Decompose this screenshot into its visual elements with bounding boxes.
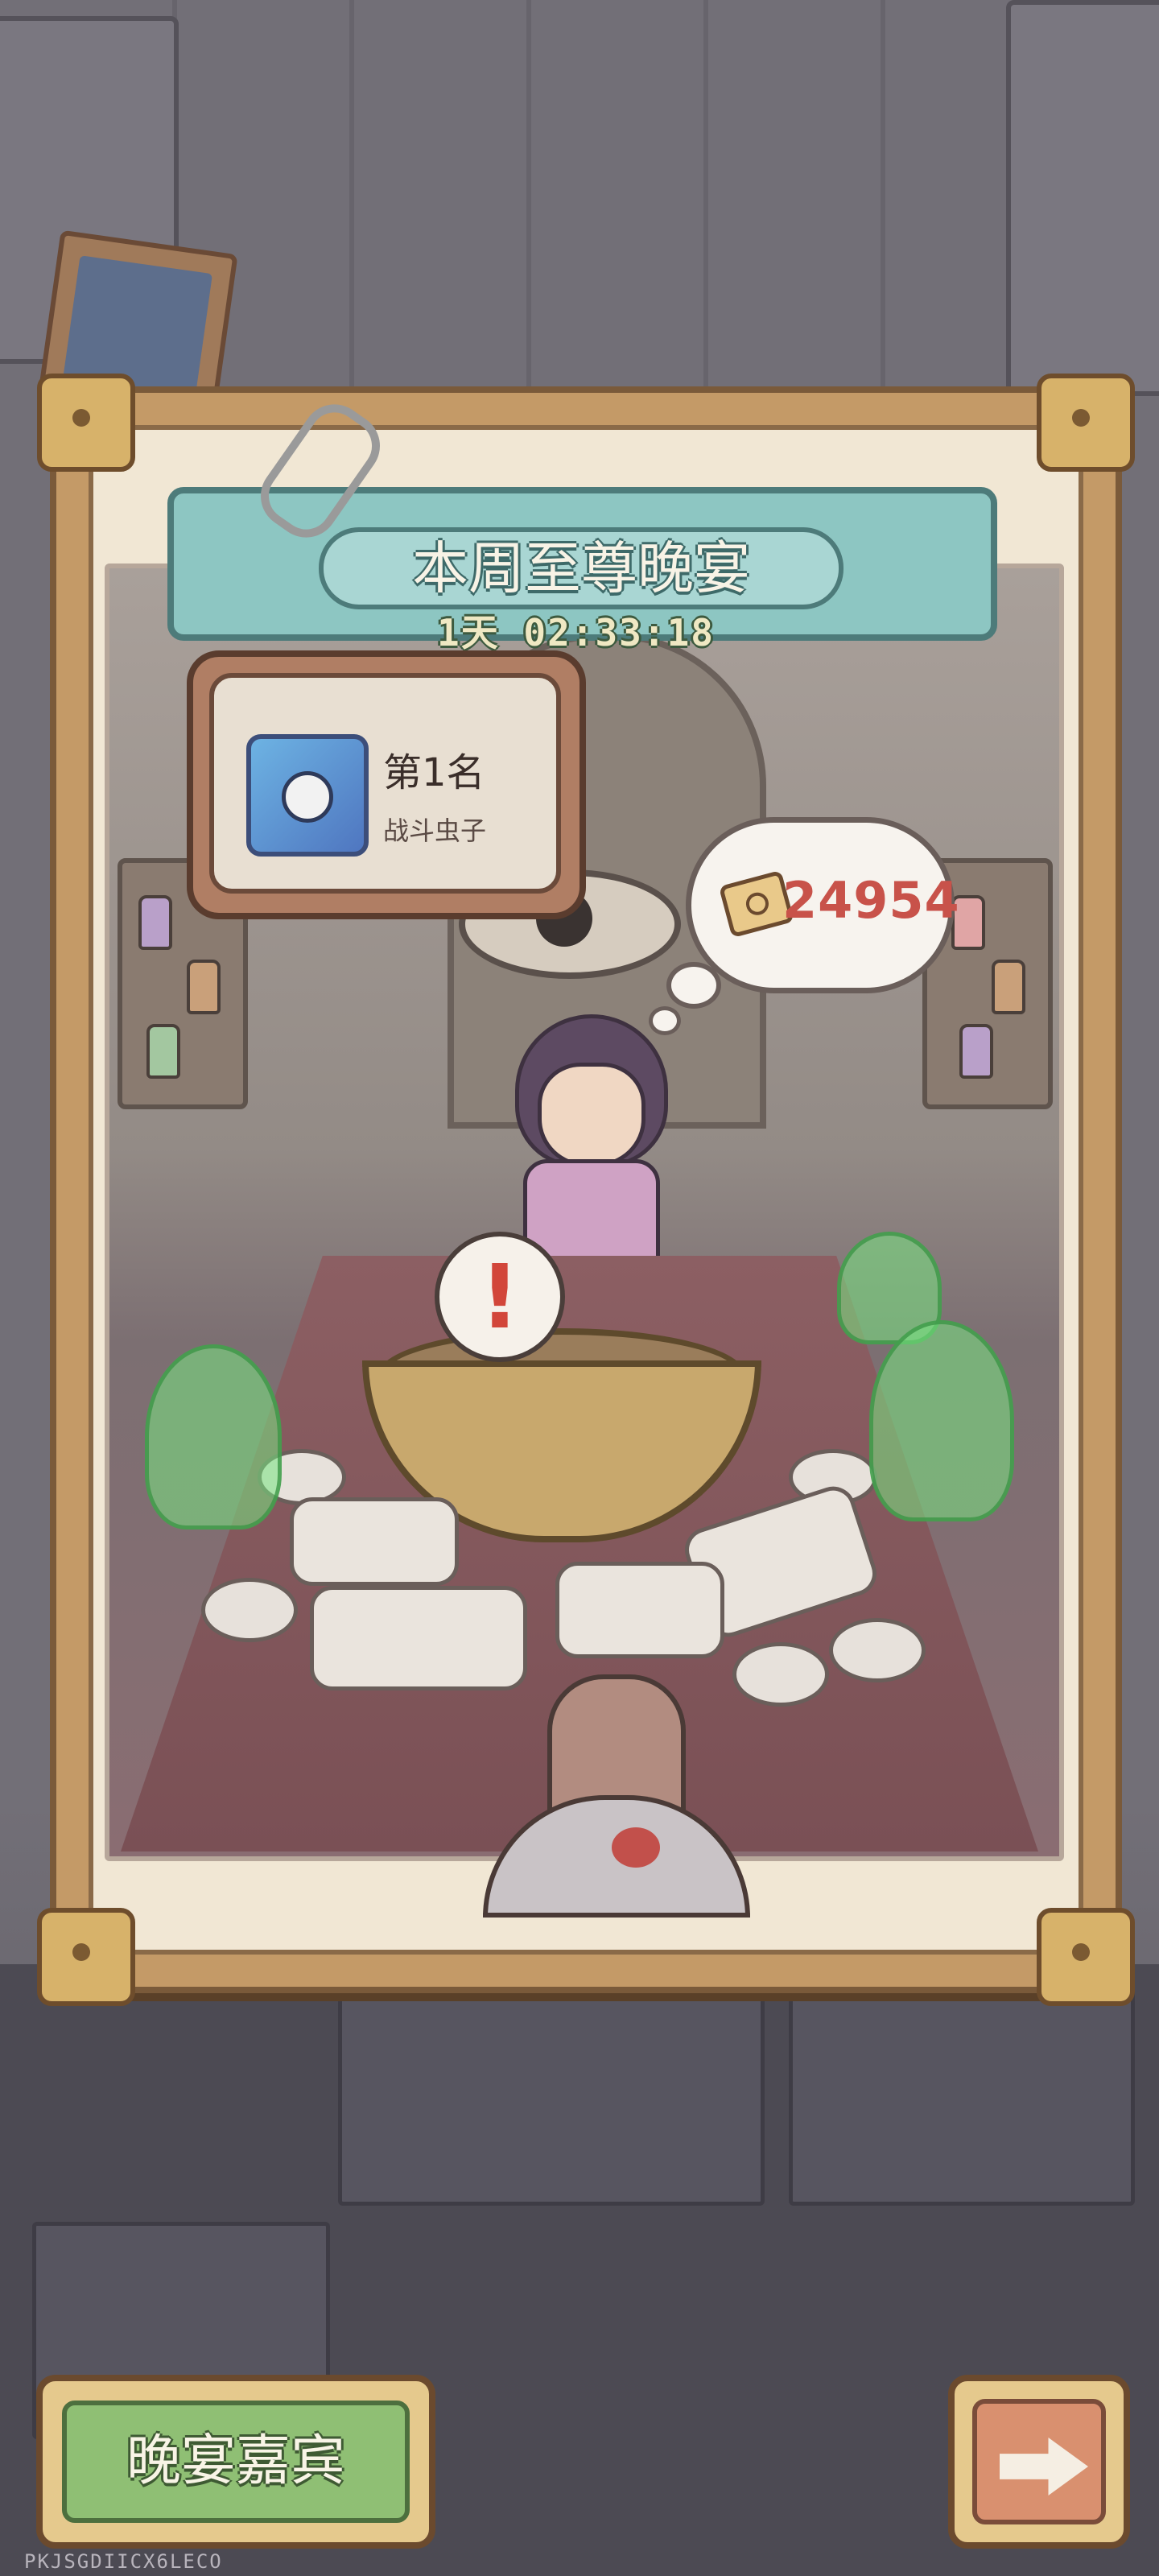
thought-dot [649, 1006, 681, 1035]
points-value: 24954 [782, 871, 960, 930]
countdown-timer: 1天 02:33:18 [437, 611, 715, 654]
frame-corner [37, 1908, 135, 2006]
rank-panel[interactable]: 第1名 战斗虫子 [187, 650, 586, 919]
player-avatar [246, 734, 369, 857]
title-pill: 本周至尊晚宴 [319, 527, 843, 609]
floor-tile [789, 1988, 1135, 2206]
food-dish [290, 1497, 459, 1586]
ghost-guest-left[interactable] [145, 1344, 282, 1530]
next-button[interactable] [948, 2375, 1130, 2549]
rank-label: 第1名 [383, 750, 485, 795]
frame-corner [37, 374, 135, 472]
background-wall-panel [1006, 0, 1159, 396]
frame-corner [1037, 1908, 1135, 2006]
thought-dot [666, 962, 721, 1009]
host-character[interactable] [499, 1014, 676, 1272]
exclamation-icon: ! [479, 1245, 521, 1348]
frame-corner [1037, 374, 1135, 472]
plate [201, 1578, 298, 1642]
food-dish [310, 1586, 527, 1690]
plate [829, 1618, 926, 1682]
alert-bubble[interactable]: ! [435, 1232, 565, 1362]
player-name: 战斗虫子 [383, 815, 487, 846]
rank-panel-inner: 第1名 战斗虫子 [209, 673, 561, 894]
ghost-guest-right[interactable] [869, 1320, 1014, 1521]
watermark: PKJSGDIICX6LECO [24, 2550, 223, 2573]
floor-tile [338, 1988, 765, 2206]
player-snail [483, 1674, 750, 1918]
banquet-guests-button[interactable]: 晚宴嘉宾 [36, 2375, 435, 2549]
plate [732, 1642, 829, 1707]
banquet-guests-label: 晚宴嘉宾 [126, 2429, 345, 2493]
page-title: 本周至尊晚宴 [412, 535, 750, 601]
food-dish [555, 1562, 724, 1658]
arrow-right-icon [1000, 2438, 1088, 2496]
